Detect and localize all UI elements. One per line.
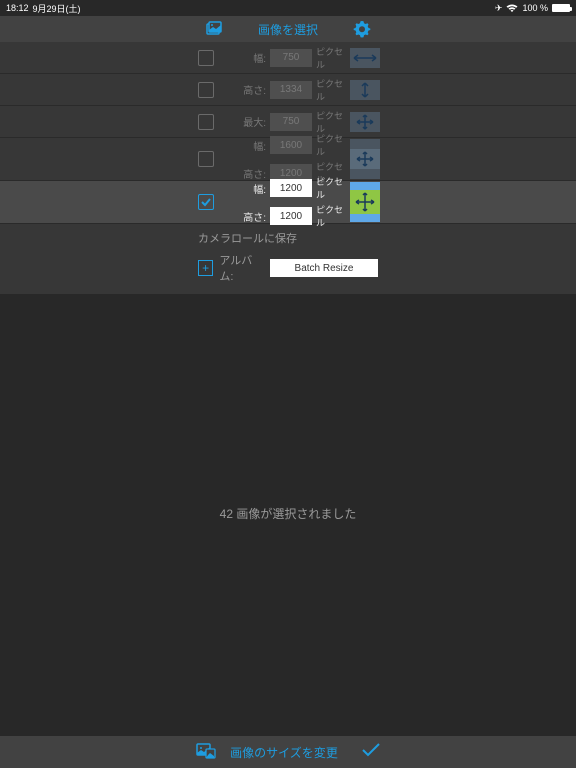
mode-icon-fit bbox=[350, 182, 380, 222]
field-label: 高さ: bbox=[238, 82, 266, 97]
save-section: カメラロールに保存 + アルバム: bbox=[0, 224, 576, 294]
unit-label: ピクセル bbox=[316, 175, 350, 201]
option-row-1[interactable]: 高さ: ピクセル bbox=[0, 74, 576, 106]
option-checkbox[interactable] bbox=[198, 114, 214, 130]
selection-count: 42 画像が選択されました bbox=[220, 505, 357, 522]
size-input[interactable] bbox=[270, 179, 312, 197]
status-date: 9月29日(土) bbox=[33, 2, 81, 15]
save-title: カメラロールに保存 bbox=[198, 230, 378, 246]
field-label: 幅: bbox=[238, 50, 266, 65]
field-label: 最大: bbox=[238, 114, 266, 129]
size-input[interactable] bbox=[270, 207, 312, 225]
size-input[interactable] bbox=[270, 113, 312, 131]
option-row-4[interactable]: 幅:ピクセル高さ:ピクセル bbox=[0, 181, 576, 224]
option-checkbox[interactable] bbox=[198, 82, 214, 98]
mode-icon-height bbox=[350, 80, 380, 100]
mode-icon-max bbox=[350, 112, 380, 132]
status-bar: 18:12 9月29日(土) ✈ 100 % bbox=[0, 0, 576, 16]
resize-button[interactable]: 画像のサイズを変更 bbox=[230, 744, 338, 761]
footer: 画像のサイズを変更 bbox=[0, 736, 576, 768]
airplane-icon: ✈ bbox=[495, 3, 503, 14]
unit-label: ピクセル bbox=[316, 132, 350, 158]
header: 画像を選択 bbox=[0, 16, 576, 42]
unit-label: ピクセル bbox=[316, 203, 350, 229]
unit-label: ピクセル bbox=[316, 45, 350, 71]
unit-label: ピクセル bbox=[316, 77, 350, 103]
option-checkbox[interactable] bbox=[198, 194, 214, 210]
option-row-0[interactable]: 幅: ピクセル bbox=[0, 42, 576, 74]
album-label: アルバム: bbox=[219, 252, 264, 284]
wifi-icon bbox=[506, 4, 518, 13]
status-time: 18:12 bbox=[6, 3, 29, 13]
battery-icon bbox=[552, 4, 570, 12]
content-area: 42 画像が選択されました bbox=[0, 294, 576, 732]
photos-icon[interactable] bbox=[205, 20, 223, 43]
option-checkbox[interactable] bbox=[198, 50, 214, 66]
size-input[interactable] bbox=[270, 49, 312, 67]
page-title: 画像を選択 bbox=[258, 21, 318, 38]
add-album-button[interactable]: + bbox=[198, 260, 213, 276]
album-input[interactable] bbox=[270, 259, 378, 277]
size-input[interactable] bbox=[270, 81, 312, 99]
mode-icon-crop bbox=[350, 139, 380, 179]
battery-pct: 100 % bbox=[522, 3, 548, 13]
field-label: 幅: bbox=[238, 181, 266, 196]
unit-label: ピクセル bbox=[316, 109, 350, 135]
mode-icon-width bbox=[350, 48, 380, 68]
gear-icon[interactable] bbox=[353, 20, 371, 43]
option-checkbox[interactable] bbox=[198, 151, 214, 167]
field-label: 高さ: bbox=[238, 209, 266, 224]
field-label: 幅: bbox=[238, 138, 266, 153]
checkmark-icon[interactable] bbox=[362, 743, 380, 762]
resize-icon[interactable] bbox=[196, 741, 216, 764]
size-input[interactable] bbox=[270, 136, 312, 154]
